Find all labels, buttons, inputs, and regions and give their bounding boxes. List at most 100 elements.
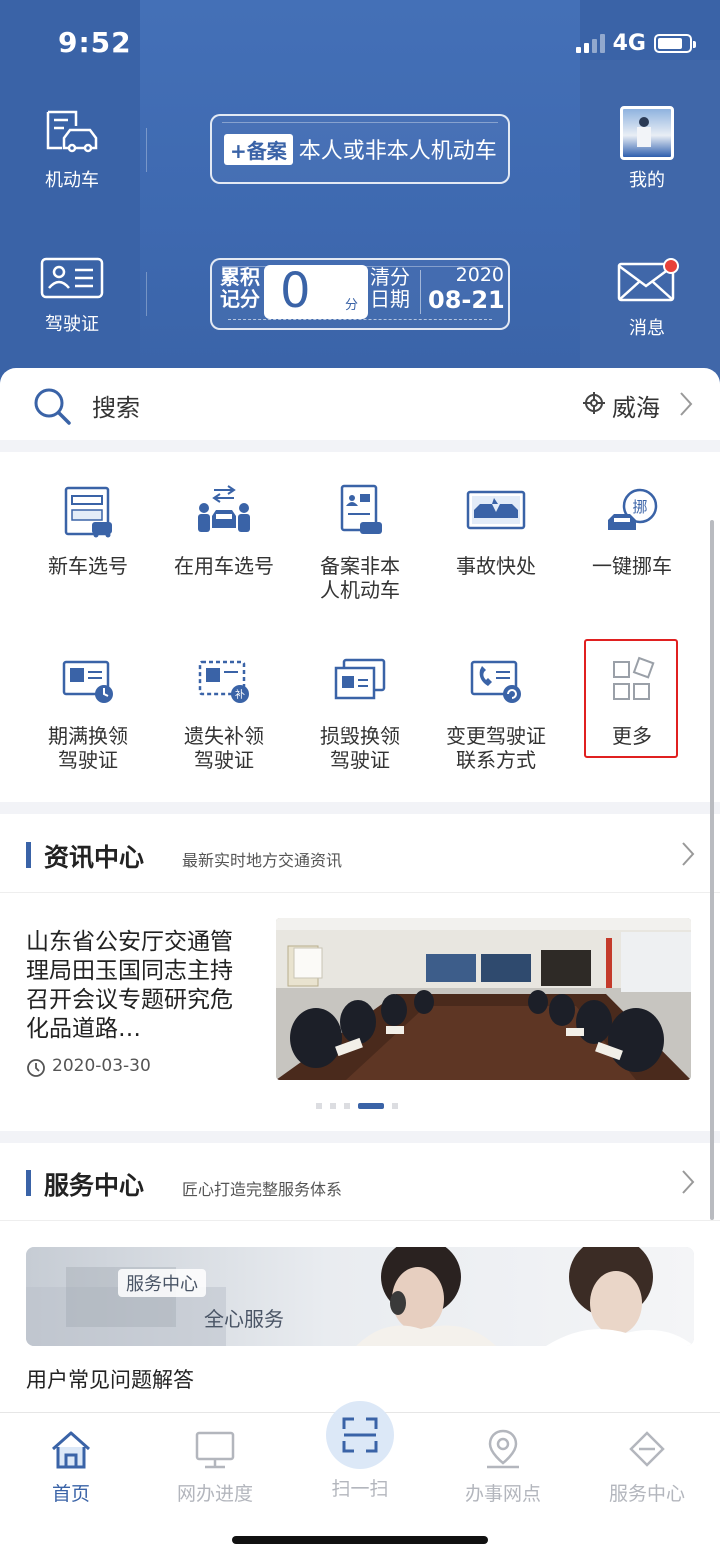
news-section-title: 资讯中心 (44, 843, 145, 872)
scan-button[interactable] (326, 1401, 394, 1469)
service-label: 变更驾驶证 联系方式 (428, 724, 564, 772)
news-date: 2020-03-30 (52, 1056, 151, 1076)
register-badge: +备案 (224, 133, 293, 165)
service-change-contact[interactable]: 变更驾驶证 联系方式 (428, 654, 564, 772)
service-register-vehicle[interactable]: 备案非本 人机动车 (292, 484, 428, 602)
points-value: 0 (280, 263, 311, 319)
service-label: 新车选号 (48, 554, 128, 578)
clear-year: 2020 (455, 264, 504, 286)
news-image[interactable] (276, 918, 691, 1080)
search-bar[interactable]: 搜索 威海 (0, 368, 720, 440)
battery-icon (654, 33, 696, 53)
home-indicator (232, 1536, 488, 1544)
tab-service[interactable]: 服务中心 (592, 1427, 702, 1506)
service-label: 在用车选号 (174, 554, 274, 578)
tab-outlets[interactable]: 办事网点 (448, 1427, 558, 1506)
service-label: 损毁换领 驾驶证 (292, 724, 428, 772)
damaged-license-icon (334, 658, 386, 700)
news-headline[interactable]: 山东省公安厅交通管理局田玉国同志主持召开会议专题研究危化品道路… (26, 928, 248, 1044)
service-lost-license[interactable]: 补 遗失补领 驾驶证 (156, 654, 292, 772)
scan-icon (342, 1417, 378, 1453)
scan-label: 扫一扫 (331, 1478, 389, 1500)
register-vehicle-banner[interactable]: +备案 本人或非本人机动车 (210, 114, 510, 184)
tab-progress[interactable]: 网办进度 (160, 1427, 270, 1506)
service-damaged-license[interactable]: 损毁换领 驾驶证 (292, 654, 428, 772)
tab-home[interactable]: 首页 (16, 1427, 126, 1506)
chevron-right-icon (680, 392, 693, 416)
service-section-title: 服务中心 (44, 1171, 145, 1200)
envelope-icon (617, 258, 679, 302)
faq-link[interactable]: 用户常见问题解答 (26, 1364, 194, 1394)
status-indicators: 4G (575, 30, 696, 56)
label-line: 联系方式 (456, 748, 536, 772)
new-car-plate-icon (64, 486, 112, 538)
label-line: 驾驶证 (330, 748, 390, 772)
points-unit: 分 (344, 298, 358, 313)
service-label: 一键挪车 (592, 554, 672, 578)
label-line: 人机动车 (320, 578, 400, 602)
renew-license-icon (62, 660, 113, 703)
service-label: 期满换领 驾驶证 (20, 724, 156, 772)
search-icon (34, 388, 71, 425)
service-banner[interactable]: 服务中心 全心服务 (26, 1247, 694, 1346)
service-banner-text: 全心服务 (204, 1307, 284, 1331)
license-label: 驾驶证 (45, 314, 99, 335)
points-box: 0 分 (264, 263, 368, 319)
tab-label: 办事网点 (464, 1483, 541, 1505)
points-label: 累积记分 (220, 265, 260, 311)
points-banner[interactable]: 累积记分 0 分 清分日期 2020 08-21 (210, 258, 510, 330)
network-type: 4G (612, 30, 646, 56)
service-renew-license[interactable]: 期满换领 驾驶证 (20, 654, 156, 772)
license-button[interactable]: 驾驶证 (30, 256, 114, 336)
service-banner-tag: 服务中心 (118, 1269, 206, 1297)
label-line: 变更驾驶证 (446, 724, 546, 748)
more-highlight-box (584, 639, 678, 758)
service-used-car-plate[interactable]: 在用车选号 (156, 484, 292, 578)
clear-date-label: 清分日期 (370, 265, 410, 311)
monitor-icon (195, 1431, 235, 1469)
messages-label: 消息 (629, 318, 665, 339)
label-line: 驾驶证 (194, 748, 254, 772)
search-placeholder: 搜索 (92, 394, 140, 422)
lost-license-icon: 补 (198, 660, 249, 703)
signal-icon (575, 33, 605, 53)
scrollbar[interactable] (710, 520, 714, 1220)
vehicle-button[interactable]: 机动车 (30, 108, 114, 192)
label-line: 备案非本 (320, 554, 400, 578)
status-time: 9:52 (58, 26, 132, 59)
messages-button[interactable]: 消息 (608, 258, 686, 340)
clock-icon (27, 1059, 45, 1077)
vehicle-doc-icon (46, 110, 98, 153)
register-vehicle-icon (340, 484, 382, 534)
label-line: 遗失补领 (184, 724, 264, 748)
me-button[interactable]: 我的 (608, 106, 686, 192)
diamond-icon (629, 1431, 665, 1467)
license-card-icon (40, 257, 104, 299)
location-target-icon (583, 392, 605, 414)
clear-date: 08-21 (428, 286, 505, 314)
news-more-chevron-icon[interactable] (680, 840, 696, 868)
change-contact-icon (470, 660, 521, 703)
header (0, 0, 720, 400)
vehicle-label: 机动车 (45, 170, 99, 191)
service-accident[interactable]: 事故快处 (428, 484, 564, 578)
service-section-subtitle: 匠心打造完整服务体系 (182, 1180, 343, 1199)
location-selector[interactable]: 威海 (612, 388, 660, 423)
map-pin-icon (487, 1429, 519, 1469)
service-new-car-plate[interactable]: 新车选号 (20, 484, 156, 578)
home-icon (52, 1431, 90, 1469)
service-move-car[interactable]: 挪 一键挪车 (564, 484, 700, 578)
carousel-indicator (316, 1103, 398, 1109)
service-label: 事故快处 (456, 554, 536, 578)
tab-label: 网办进度 (176, 1483, 253, 1505)
used-car-plate-icon (198, 485, 250, 532)
service-label: 遗失补领 驾驶证 (156, 724, 292, 772)
me-label: 我的 (629, 170, 665, 191)
svg-text:挪: 挪 (632, 498, 647, 516)
svg-text:补: 补 (235, 688, 245, 701)
register-text: 本人或非本人机动车 (298, 139, 497, 164)
tab-label: 首页 (51, 1483, 90, 1505)
service-more-chevron-icon[interactable] (680, 1168, 696, 1196)
service-label: 备案非本 人机动车 (292, 554, 428, 602)
news-section-subtitle: 最新实时地方交通资讯 (182, 851, 343, 870)
